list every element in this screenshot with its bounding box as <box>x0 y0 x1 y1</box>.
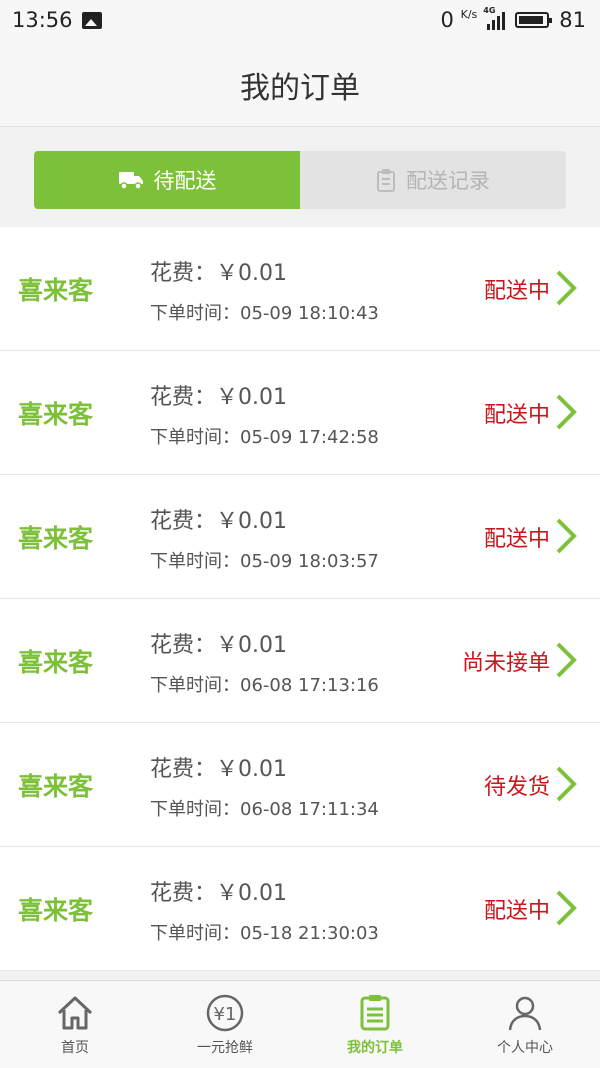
network-speed: 0 K/s <box>440 8 478 32</box>
nav-profile[interactable]: 个人中心 <box>450 981 600 1068</box>
chevron-right-icon <box>556 642 577 678</box>
shop-name: 喜来客 <box>18 524 94 553</box>
order-row[interactable]: 喜来客 花费：￥0.01 下单时间：06-08 17:13:16 尚未接单 <box>0 599 600 723</box>
image-notification-icon <box>82 12 102 29</box>
battery-level: 81 <box>559 8 586 32</box>
nav-home[interactable]: 首页 <box>0 981 150 1068</box>
nav-label: 个人中心 <box>497 1040 553 1056</box>
order-cost: 花费：￥0.01 <box>150 385 288 410</box>
shop-name: 喜来客 <box>18 896 94 925</box>
order-cost: 花费：￥0.01 <box>150 509 288 534</box>
order-list: 喜来客 花费：￥0.01 下单时间：05-09 18:10:43 配送中 喜来客… <box>0 227 600 971</box>
chevron-right-icon <box>556 394 577 430</box>
segmented-tabs: 待配送 配送记录 <box>34 151 566 209</box>
nav-one-yuan-deal[interactable]: ¥1 一元抢鲜 <box>150 981 300 1068</box>
chevron-right-icon <box>556 518 577 554</box>
order-cost: 花费：￥0.01 <box>150 881 288 906</box>
tab-pending-delivery[interactable]: 待配送 <box>34 151 300 209</box>
nav-label: 我的订单 <box>347 1040 403 1056</box>
order-status: 待发货 <box>483 775 550 800</box>
yuan-coin-icon: ¥1 <box>206 994 244 1032</box>
order-row[interactable]: 喜来客 花费：￥0.01 下单时间：05-09 18:03:57 配送中 <box>0 475 600 599</box>
order-row[interactable]: 喜来客 花费：￥0.01 下单时间：05-18 21:30:03 配送中 <box>0 847 600 971</box>
status-indicators: 0 K/s 4G 81 <box>440 6 586 32</box>
tab-delivery-records[interactable]: 配送记录 <box>300 151 566 209</box>
order-time: 下单时间：06-08 17:11:34 <box>150 799 379 820</box>
order-cost: 花费：￥0.01 <box>150 633 288 658</box>
tab-label: 配送记录 <box>406 169 490 193</box>
order-status: 配送中 <box>483 899 550 924</box>
clipboard-icon <box>377 169 395 192</box>
bottom-nav: 首页 ¥1 一元抢鲜 我的订单 个人中心 <box>0 980 600 1068</box>
order-status: 尚未接单 <box>461 651 550 676</box>
order-row[interactable]: 喜来客 花费：￥0.01 下单时间：05-09 18:10:43 配送中 <box>0 227 600 351</box>
chevron-right-icon <box>556 270 577 306</box>
shop-name: 喜来客 <box>18 276 94 305</box>
order-list-icon <box>360 995 390 1031</box>
status-bar: 13:56 0 K/s 4G 81 <box>0 0 600 44</box>
order-time: 下单时间：05-09 18:03:57 <box>150 551 379 572</box>
clock: 13:56 <box>12 8 73 32</box>
order-time: 下单时间：05-09 18:10:43 <box>150 303 379 324</box>
order-time: 下单时间：06-08 17:13:16 <box>150 675 379 696</box>
shop-name: 喜来客 <box>18 772 94 801</box>
chevron-right-icon <box>556 890 577 926</box>
shop-name: 喜来客 <box>18 648 94 677</box>
order-status: 配送中 <box>483 527 550 552</box>
order-time: 下单时间：05-18 21:30:03 <box>150 923 379 944</box>
order-cost: 花费：￥0.01 <box>150 757 288 782</box>
truck-icon <box>118 172 143 190</box>
tab-section: 待配送 配送记录 <box>0 127 600 227</box>
page-header: 我的订单 <box>0 44 600 127</box>
nav-label: 首页 <box>61 1040 89 1056</box>
order-row[interactable]: 喜来客 花费：￥0.01 下单时间：05-09 17:42:58 配送中 <box>0 351 600 475</box>
chevron-right-icon <box>556 766 577 802</box>
page-title: 我的订单 <box>240 71 360 106</box>
order-row[interactable]: 喜来客 花费：￥0.01 下单时间：06-08 17:11:34 待发货 <box>0 723 600 847</box>
user-icon <box>508 996 542 1031</box>
battery-icon <box>515 12 553 28</box>
order-cost: 花费：￥0.01 <box>150 261 288 286</box>
order-status: 配送中 <box>483 403 550 428</box>
tab-label: 待配送 <box>153 169 217 193</box>
nav-label: 一元抢鲜 <box>197 1040 253 1056</box>
order-status: 配送中 <box>483 279 550 304</box>
svg-text:¥1: ¥1 <box>214 1004 237 1025</box>
order-time: 下单时间：05-09 17:42:58 <box>150 427 379 448</box>
nav-my-orders[interactable]: 我的订单 <box>300 981 450 1068</box>
shop-name: 喜来客 <box>18 400 94 429</box>
signal-icon: 4G <box>483 6 506 30</box>
home-icon <box>57 996 93 1030</box>
